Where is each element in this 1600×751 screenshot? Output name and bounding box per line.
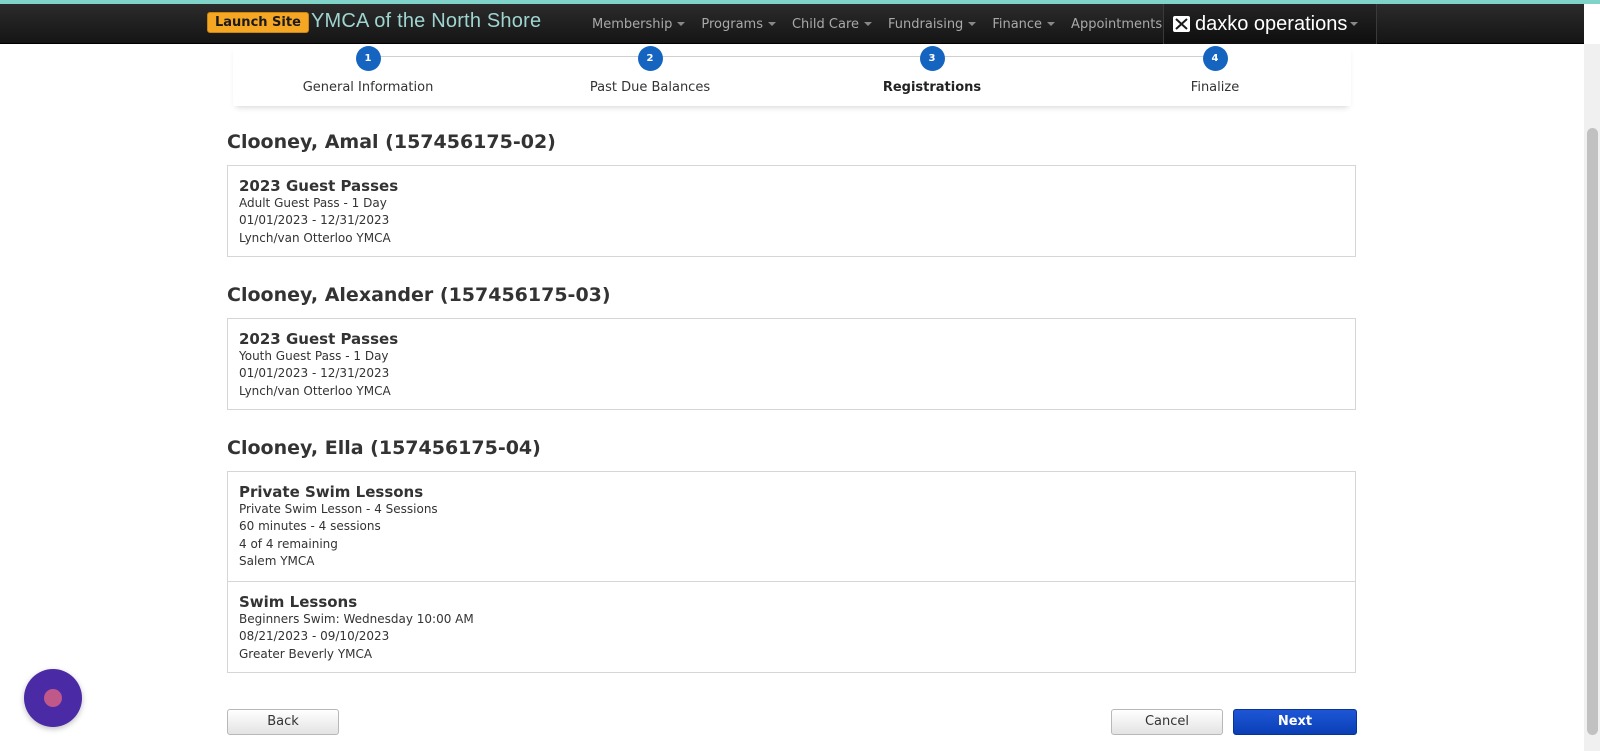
step-label: Past Due Balances xyxy=(589,80,711,95)
registration-location: Lynch/van Otterloo YMCA xyxy=(239,230,391,245)
step-general-information[interactable]: 1 General Information xyxy=(258,44,478,95)
registration-list: 2023 Guest Passes Youth Guest Pass - 1 D… xyxy=(227,318,1356,410)
caret-down-icon xyxy=(1047,22,1056,26)
registration-title: Swim Lessons xyxy=(239,593,358,611)
registration-remaining: 4 of 4 remaining xyxy=(239,536,338,551)
step-number: 3 xyxy=(919,46,945,71)
registration-title: 2023 Guest Passes xyxy=(239,177,399,195)
registration-list: 2023 Guest Passes Adult Guest Pass - 1 D… xyxy=(227,165,1356,257)
step-label: Finalize xyxy=(1190,80,1240,95)
registration-dates: 08/21/2023 - 09/10/2023 xyxy=(239,629,390,644)
registration-dates: 01/01/2023 - 12/31/2023 xyxy=(239,366,390,381)
step-label: General Information xyxy=(302,80,434,95)
product-name: daxko operations xyxy=(1195,12,1348,35)
menu-label: Fundraising xyxy=(888,16,964,32)
menu-programs[interactable]: Programs xyxy=(693,4,784,44)
wizard-steps: 1 General Information 2 Past Due Balance… xyxy=(233,44,1351,106)
registration-location: Lynch/van Otterloo YMCA xyxy=(239,383,391,398)
launch-site-button[interactable]: Launch Site xyxy=(207,12,309,33)
menu-fundraising[interactable]: Fundraising xyxy=(880,4,984,44)
caret-down-icon xyxy=(864,22,873,26)
registration-detail: Adult Guest Pass - 1 Day xyxy=(239,196,387,210)
caret-down-icon xyxy=(677,22,686,26)
caret-down-icon xyxy=(767,22,776,26)
next-button[interactable]: Next xyxy=(1233,709,1357,735)
top-navbar: Launch Site YMCA of the North Shore Memb… xyxy=(0,4,1584,44)
menu-membership[interactable]: Membership xyxy=(584,4,693,44)
registration-item: 2023 Guest Passes Adult Guest Pass - 1 D… xyxy=(228,166,1355,247)
caret-down-icon xyxy=(1350,22,1359,26)
scrollbar-thumb[interactable] xyxy=(1587,128,1598,735)
step-past-due-balances[interactable]: 2 Past Due Balances xyxy=(540,44,760,95)
chat-dot-icon xyxy=(44,689,62,707)
person-heading: Clooney, Amal (157456175-02) xyxy=(227,131,556,153)
step-registrations[interactable]: 3 Registrations xyxy=(822,44,1042,95)
cancel-button[interactable]: Cancel xyxy=(1111,709,1223,735)
menu-label: Child Care xyxy=(791,16,860,32)
registration-item: 2023 Guest Passes Youth Guest Pass - 1 D… xyxy=(228,319,1355,400)
step-finalize[interactable]: 4 Finalize xyxy=(1105,44,1325,95)
registration-dates: 01/01/2023 - 12/31/2023 xyxy=(239,213,390,228)
registration-detail: Youth Guest Pass - 1 Day xyxy=(239,349,389,363)
steps-connector-line xyxy=(368,56,1215,57)
main-menu: Membership Programs Child Care Fundraisi… xyxy=(584,4,1183,44)
registration-title: 2023 Guest Passes xyxy=(239,330,399,348)
registration-location: Greater Beverly YMCA xyxy=(239,646,373,661)
caret-down-icon xyxy=(968,22,977,26)
registration-detail: Private Swim Lesson - 4 Sessions xyxy=(239,502,438,516)
menu-label: Finance xyxy=(992,16,1043,32)
brand-title[interactable]: YMCA of the North Shore xyxy=(311,10,541,33)
registration-item: Swim Lessons Beginners Swim: Wednesday 1… xyxy=(228,581,1355,663)
menu-label: Appointments xyxy=(1071,16,1163,32)
envelope-icon xyxy=(1173,16,1190,32)
person-heading: Clooney, Alexander (157456175-03) xyxy=(227,284,611,306)
step-number: 2 xyxy=(637,46,663,71)
step-number: 4 xyxy=(1202,46,1228,71)
registration-title: Private Swim Lessons xyxy=(239,483,424,501)
menu-label: Programs xyxy=(701,16,763,32)
step-number: 1 xyxy=(355,46,381,71)
registration-list: Private Swim Lessons Private Swim Lesson… xyxy=(227,471,1356,673)
back-button[interactable]: Back xyxy=(227,709,339,735)
product-switcher[interactable]: daxko operations xyxy=(1163,4,1377,44)
chat-widget-icon[interactable] xyxy=(24,669,82,727)
registration-duration: 60 minutes - 4 sessions xyxy=(239,519,381,534)
menu-label: Membership xyxy=(592,16,673,32)
menu-finance[interactable]: Finance xyxy=(984,4,1063,44)
step-label-active: Registrations xyxy=(882,80,982,95)
registration-location: Salem YMCA xyxy=(239,553,315,568)
registration-item: Private Swim Lessons Private Swim Lesson… xyxy=(228,472,1355,581)
menu-child-care[interactable]: Child Care xyxy=(784,4,880,44)
registration-detail: Beginners Swim: Wednesday 10:00 AM xyxy=(239,612,474,626)
person-heading: Clooney, Ella (157456175-04) xyxy=(227,437,541,459)
